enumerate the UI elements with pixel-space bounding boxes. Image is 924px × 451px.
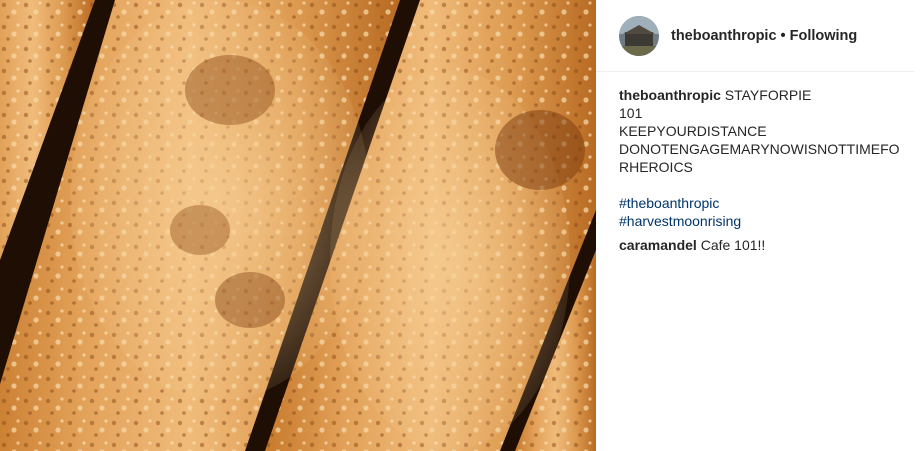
caption-line: KEEPYOURDISTANCE [619,123,767,139]
comment: caramandel Cafe 101!! [619,236,910,254]
hashtag-link[interactable]: #theboanthropic [619,194,910,212]
follow-status-button[interactable]: Following [790,28,858,44]
post-header: theboanthropic • Following [596,0,914,72]
caption-line: 101 [619,105,643,121]
hashtag-list: #theboanthropic #harvestmoonrising [619,194,910,230]
caption-line: STAYFORPIE [724,87,812,103]
avatar[interactable] [619,15,659,56]
header-username[interactable]: theboanthropic [671,28,777,44]
header-text: theboanthropic • Following [671,28,857,44]
instagram-post: theboanthropic • Following theboanthropic … [0,0,924,451]
post-sidebar: theboanthropic • Following theboanthropic … [596,0,924,451]
comment-username[interactable]: caramandel [619,237,697,253]
caption-line: RHEROICS [619,159,693,175]
comment-text: Cafe 101!! [700,237,766,253]
pie-crust-photo [0,0,596,451]
avatar-image [619,15,659,56]
post-photo[interactable] [0,0,596,451]
caption: theboanthropic STAYFORPIE 101 KEEPYOURDI… [596,72,924,254]
caption-line: DONOTENGAGEMARYNOWISNOTTIMEFO [619,141,900,157]
separator-dot: • [780,27,786,44]
caption-username[interactable]: theboanthropic [619,87,721,103]
caption-first-line: theboanthropic STAYFORPIE [619,86,910,104]
hashtag-link[interactable]: #harvestmoonrising [619,212,910,230]
